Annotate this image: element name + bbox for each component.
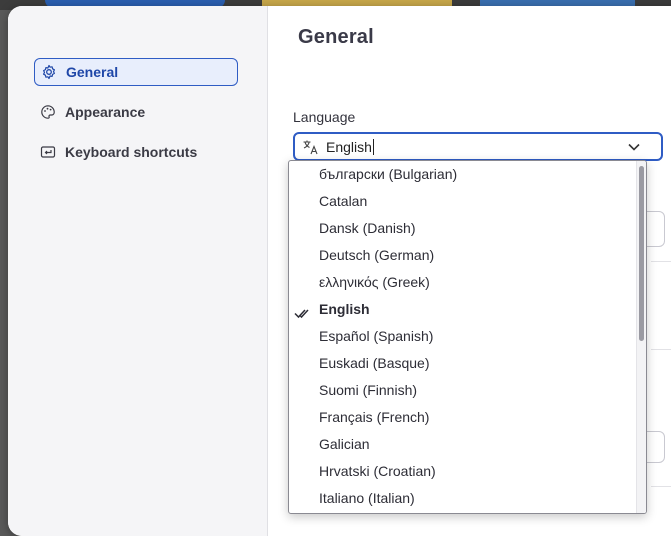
language-select[interactable]: English — [293, 132, 663, 161]
sidebar-item-appearance[interactable]: Appearance — [34, 98, 238, 126]
scrollbar-thumb[interactable] — [639, 166, 644, 341]
translate-icon — [302, 139, 320, 155]
language-options: български (Bulgarian) Catalan Dansk (Danis… — [289, 161, 646, 512]
language-select-value: English — [326, 138, 372, 155]
language-option[interactable]: Italiano (Italian) — [289, 485, 646, 512]
language-label: Language — [293, 109, 356, 125]
scrollbar[interactable] — [636, 161, 646, 513]
language-option[interactable]: Français (French) — [289, 404, 646, 431]
page-title: General — [298, 26, 374, 48]
language-option[interactable]: Euskadi (Basque) — [289, 350, 646, 377]
language-option[interactable]: Hrvatski (Croatian) — [289, 458, 646, 485]
language-option-label: български (Bulgarian) — [319, 166, 458, 182]
settings-sidebar: General Appearance Keyboard shortcuts — [8, 6, 268, 536]
language-option-label: Hrvatski (Croatian) — [319, 463, 436, 479]
language-option[interactable]: English — [289, 296, 646, 323]
language-option-label: English — [319, 301, 370, 317]
text-caret — [372, 138, 374, 155]
language-option-label: Dansk (Danish) — [319, 220, 416, 236]
palette-icon — [40, 104, 56, 120]
sidebar-item-label: Appearance — [65, 104, 146, 120]
divider — [651, 486, 671, 487]
gear-icon — [41, 64, 57, 80]
language-option-label: Suomi (Finnish) — [319, 382, 418, 398]
language-option-label: Galician — [319, 436, 370, 452]
language-option[interactable]: ελληνικός (Greek) — [289, 269, 646, 296]
language-option-label: Français (French) — [319, 409, 430, 425]
chevron-down-icon[interactable] — [627, 140, 641, 154]
language-option[interactable]: Galician — [289, 431, 646, 458]
sidebar-item-keyboard-shortcuts[interactable]: Keyboard shortcuts — [34, 138, 238, 166]
language-option[interactable]: Dansk (Danish) — [289, 215, 646, 242]
sidebar-item-general[interactable]: General — [34, 58, 238, 86]
language-option-label: ελληνικός (Greek) — [319, 274, 430, 290]
keyboard-return-icon — [40, 144, 56, 160]
divider — [651, 261, 671, 262]
double-check-icon — [294, 302, 312, 319]
language-option[interactable]: Suomi (Finnish) — [289, 377, 646, 404]
sidebar-item-label: Keyboard shortcuts — [65, 144, 198, 160]
language-option[interactable]: Catalan — [289, 188, 646, 215]
language-dropdown-list[interactable]: български (Bulgarian) Catalan Dansk (Danis… — [288, 160, 647, 514]
language-option-label: Italiano (Italian) — [319, 490, 415, 506]
language-option[interactable]: български (Bulgarian) — [289, 161, 646, 188]
divider — [651, 349, 671, 350]
language-option-label: Catalan — [319, 193, 368, 209]
language-option-label: Español (Spanish) — [319, 328, 434, 344]
language-option[interactable]: Deutsch (German) — [289, 242, 646, 269]
language-option-label: Euskadi (Basque) — [319, 355, 430, 371]
language-option[interactable]: Español (Spanish) — [289, 323, 646, 350]
sidebar-item-label: General — [66, 64, 119, 80]
language-option-label: Deutsch (German) — [319, 247, 435, 263]
